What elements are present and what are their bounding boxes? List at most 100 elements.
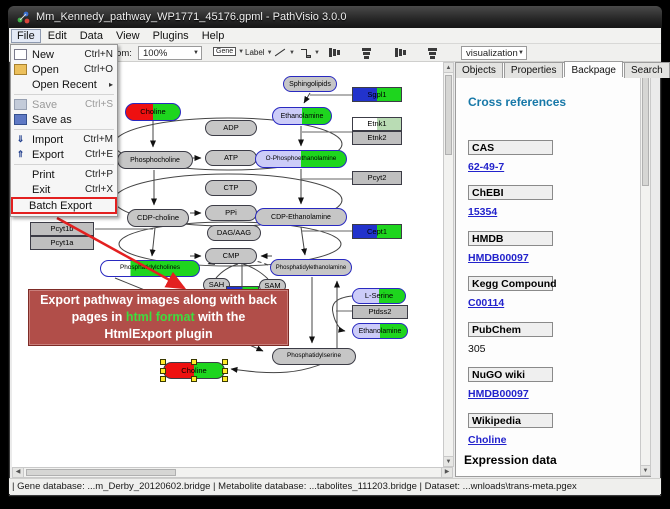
pathway-node-sgpl1[interactable]: Sgpl1 <box>352 87 402 102</box>
pathway-node-pcyt1b[interactable]: Pcyt1b <box>30 222 94 236</box>
file-menu-item-save-as[interactable]: Save as <box>11 112 117 127</box>
file-menu-item-save[interactable]: SaveCtrl+S <box>11 97 117 112</box>
visualization-combobox[interactable]: visualization ▼ <box>461 46 527 60</box>
side-panel-tabs: ObjectsPropertiesBackpageSearchLegend <box>455 62 670 78</box>
selection-handle[interactable] <box>191 376 197 382</box>
menu-view[interactable]: View <box>110 29 146 43</box>
pathway-node-cdp-choline[interactable]: CDP-choline <box>127 209 189 227</box>
status-bar: | Gene database: ...m_Derby_20120602.bri… <box>9 478 661 494</box>
pathway-node-l-serine[interactable]: L-Serine <box>352 288 406 304</box>
selection-handle[interactable] <box>222 368 228 374</box>
annotation-callout: Export pathway images along with back pa… <box>28 289 289 346</box>
align-center-icon[interactable] <box>327 46 340 59</box>
pathway-node-dag-aag[interactable]: DAG/AAG <box>207 225 261 241</box>
alignment-tools <box>327 46 472 59</box>
file-menu-item-open-recent[interactable]: Open Recent▸ <box>11 77 117 92</box>
highlighted-text: html format <box>126 310 195 324</box>
file-menu-item-export[interactable]: ⇑ExportCtrl+E <box>11 147 117 162</box>
pathway-node-ppi[interactable]: PPi <box>205 205 257 221</box>
file-menu-item-open[interactable]: OpenCtrl+O <box>11 62 117 77</box>
backpage-value-pubchem: 305 <box>468 343 486 355</box>
tab-backpage[interactable]: Backpage <box>564 61 622 77</box>
canvas-vertical-scrollbar[interactable]: ▲ ▼ <box>443 62 454 467</box>
menu-data[interactable]: Data <box>74 29 109 43</box>
pathway-node-o-phosphoethanolamine[interactable]: O-Phosphoethanolamine <box>255 150 347 168</box>
file-menu-item-import[interactable]: ⇓ImportCtrl+M <box>11 132 117 147</box>
line-icon <box>273 47 287 59</box>
menu-edit[interactable]: Edit <box>42 29 73 43</box>
file-menu-item-print[interactable]: PrintCtrl+P <box>11 167 117 182</box>
backpage-header-chebi: ChEBI <box>468 185 553 200</box>
file-menu-item-new[interactable]: NewCtrl+N <box>11 47 117 62</box>
zoom-combobox[interactable]: 100% ▼ <box>138 46 202 60</box>
backpage-header-hmdb: HMDB <box>468 231 553 246</box>
chevron-down-icon: ▼ <box>518 50 524 56</box>
pathway-node-phosphocholine[interactable]: Phosphocholine <box>117 151 193 169</box>
pathway-node-ethanolamine[interactable]: Ethanolamine <box>352 323 408 339</box>
selection-handle[interactable] <box>191 359 197 365</box>
pathway-node-choline[interactable]: Choline <box>125 103 181 121</box>
pathway-node-phosphatidylserine[interactable]: Phosphatidylserine <box>272 348 356 365</box>
panel-vertical-scrollbar[interactable]: ▲ ▼ <box>640 63 651 476</box>
scroll-down-icon[interactable]: ▼ <box>641 465 650 475</box>
selection-handle[interactable] <box>222 359 228 365</box>
scroll-up-icon[interactable]: ▲ <box>444 63 453 73</box>
pathway-node-choline[interactable]: Choline <box>163 362 225 379</box>
selection-handle[interactable] <box>160 376 166 382</box>
scrollbar-thumb[interactable] <box>642 76 649 186</box>
selection-handle[interactable] <box>160 359 166 365</box>
canvas-horizontal-scrollbar[interactable]: ◀ ▶ <box>12 467 453 478</box>
pathway-node-adp[interactable]: ADP <box>205 120 257 136</box>
align-middle-icon[interactable] <box>360 46 373 59</box>
pathway-node-etnk1[interactable]: Etnk1 <box>352 117 402 131</box>
save-as-icon <box>14 114 27 125</box>
pathway-node-ptdss2[interactable]: Ptdss2 <box>352 305 408 319</box>
tab-properties[interactable]: Properties <box>504 62 564 78</box>
backpage-link-chebi[interactable]: 15354 <box>468 206 497 218</box>
pathway-node-cdp-ethanolamine[interactable]: CDP-Ethanolamine <box>255 208 347 226</box>
scroll-left-icon[interactable]: ◀ <box>13 468 24 477</box>
backpage-link-wikipedia[interactable]: Choline <box>468 434 507 446</box>
line-tool-button[interactable]: ▼ <box>273 47 295 59</box>
pathway-node-cmp[interactable]: CMP <box>205 248 257 264</box>
menu-plugins[interactable]: Plugins <box>147 29 195 43</box>
open-folder-icon <box>14 64 27 75</box>
menu-help[interactable]: Help <box>196 29 231 43</box>
scrollbar-thumb[interactable] <box>26 469 176 476</box>
menu-file[interactable]: File <box>11 29 41 43</box>
label-tool-button[interactable]: Label ▼ <box>245 48 273 57</box>
connector-tool-button[interactable]: ▼ <box>299 47 320 59</box>
distribute-horizontal-icon[interactable] <box>393 46 406 59</box>
file-menu-item-batch-export[interactable]: Batch Export <box>11 197 117 214</box>
pathway-node-ctp[interactable]: CTP <box>205 180 257 196</box>
pathway-node-ethanolamine[interactable]: Ethanolamine <box>272 107 332 125</box>
backpage-link-hmdb[interactable]: HMDB00097 <box>468 252 529 264</box>
chevron-down-icon: ▼ <box>193 50 199 56</box>
tab-search[interactable]: Search <box>624 62 670 78</box>
gene-tool-button[interactable]: Gene ▼ <box>213 47 244 56</box>
file-menu-item-exit[interactable]: ExitCtrl+X <box>11 182 117 197</box>
scrollbar-thumb[interactable] <box>445 75 452 155</box>
scroll-right-icon[interactable]: ▶ <box>441 468 452 477</box>
pathway-node-sphingolipids[interactable]: Sphingolipids <box>283 76 337 92</box>
selection-handle[interactable] <box>222 376 228 382</box>
selection-handle[interactable] <box>160 368 166 374</box>
app-icon <box>17 11 30 24</box>
new-file-icon <box>14 49 27 60</box>
pathway-node-cept1[interactable]: Cept1 <box>352 224 402 239</box>
pathway-node-phosphatidylethanolamine[interactable]: Phosphatidylethanolamine <box>270 259 352 276</box>
pathway-node-pcyt2[interactable]: Pcyt2 <box>352 171 402 185</box>
backpage-header-kegg-compound: Kegg Compound <box>468 276 553 291</box>
connector-icon <box>299 47 312 59</box>
scroll-down-icon[interactable]: ▼ <box>444 456 453 466</box>
pathway-node-atp[interactable]: ATP <box>205 150 257 166</box>
pathway-node-phosphatidylcholines[interactable]: Phosphatidylcholines <box>100 260 200 277</box>
backpage-link-kegg-compound[interactable]: C00114 <box>468 297 504 309</box>
pathway-node-pcyt1a[interactable]: Pcyt1a <box>30 236 94 250</box>
backpage-link-nugo-wiki[interactable]: HMDB00097 <box>468 388 529 400</box>
pathway-node-etnk2[interactable]: Etnk2 <box>352 131 402 145</box>
backpage-header-wikipedia: Wikipedia <box>468 413 553 428</box>
tab-objects[interactable]: Objects <box>455 62 503 78</box>
backpage-link-cas[interactable]: 62-49-7 <box>468 161 504 173</box>
distribute-vertical-icon[interactable] <box>426 46 439 59</box>
